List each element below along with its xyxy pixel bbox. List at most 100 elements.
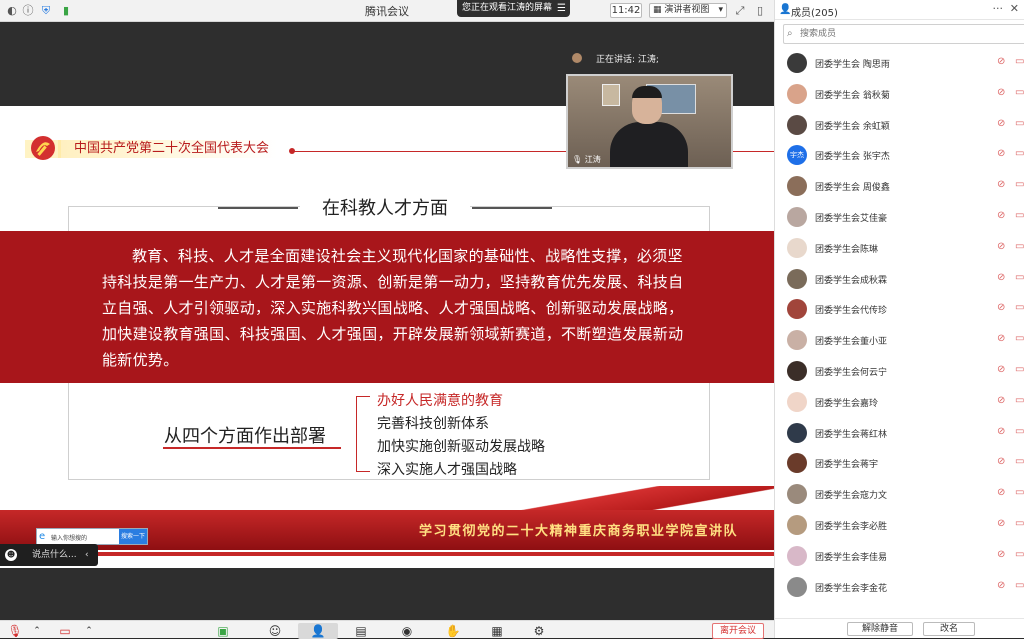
emoji-icon[interactable]: ☻ [5,549,17,561]
fullscreen-icon[interactable]: ⤢ [732,3,748,19]
browser-search-widget[interactable]: e 输入你想搜的 搜索一下 [36,528,148,545]
speaking-indicator: 正在讲话: 江涛; [596,52,659,65]
point-item: 深入实施人才强国战略 [377,462,517,478]
camera-off-icon[interactable]: ▭ [1015,56,1024,67]
member-search-input[interactable] [800,27,1000,41]
menu-icon[interactable]: ☰ [557,0,566,17]
mic-muted-icon[interactable]: ⊘ [997,518,1005,529]
camera-off-icon[interactable]: ▭ [1015,456,1024,467]
camera-off-icon[interactable]: ▭ [1015,87,1024,98]
mic-muted-icon[interactable]: ⊘ [997,241,1005,252]
avatar [787,484,807,505]
settings-icon[interactable]: ⚙ [530,623,548,639]
camera-off-icon[interactable]: ▭ [1015,148,1024,159]
camera-off-icon[interactable]: ▭ [56,623,74,639]
meeting-toolbar: 🎙 ⌃ ▭ ⌃ ▣ ☺ 👤 ▤ ◉ ✋ ▦ ⚙ 离开会议 [0,620,774,639]
member-row[interactable]: 团委学生会寇力文 ⊘ ▭ [775,479,1024,510]
member-row[interactable]: 团委学生会蒋宇 ⊘ ▭ [775,448,1024,479]
member-row[interactable]: 团委学生会代传珍 ⊘ ▭ [775,294,1024,325]
camera-off-icon[interactable]: ▭ [1015,302,1024,313]
chat-input-bar[interactable]: ☻ 说点什么... ‹ [0,544,98,566]
member-row[interactable]: 团委学生会艾佳豪 ⊘ ▭ [775,202,1024,233]
camera-off-icon[interactable]: ▭ [1015,179,1024,190]
search-widget-button[interactable]: 搜索一下 [119,529,147,544]
camera-off-icon[interactable]: ▭ [1015,580,1024,591]
member-row[interactable]: 团委学生会董小亚 ⊘ ▭ [775,325,1024,356]
watching-screen-label: 您正在观看江涛的屏幕 [462,3,553,13]
mic-muted-icon[interactable]: ⊘ [997,580,1005,591]
chat-icon[interactable]: ▤ [352,623,370,639]
camera-off-icon[interactable]: ▭ [1015,487,1024,498]
member-row[interactable]: 团委学生会嘉玲 ⊘ ▭ [775,387,1024,418]
view-mode-button[interactable]: ▦ 演讲者视图 ▾ [649,3,727,18]
camera-options-chevron-icon[interactable]: ⌃ [80,623,98,639]
share-screen-icon[interactable]: ▣ [214,623,232,639]
apps-icon[interactable]: ▦ [488,623,506,639]
mic-muted-icon[interactable]: ⊘ [997,364,1005,375]
meeting-title-bar: ◐ ⓘ ⛨ ▮ 腾讯会议 您正在观看江涛的屏幕 ☰ 11:42 ▦ 演讲者视图 … [0,0,774,22]
close-icon[interactable]: ✕ [1010,2,1019,15]
more-icon[interactable]: ··· [993,2,1004,15]
record-icon[interactable]: ◉ [398,623,416,639]
camera-off-icon[interactable]: ▭ [1015,364,1024,375]
member-row[interactable]: 团委学生会陈琳 ⊘ ▭ [775,233,1024,264]
member-row[interactable]: 宇杰 团委学生会 张宇杰 ⊘ ▭ [775,140,1024,171]
avatar [787,391,807,412]
member-row[interactable]: 团委学生会蒋红林 ⊘ ▭ [775,418,1024,449]
unmute-all-button[interactable]: 解除静音 [847,622,913,636]
mic-muted-icon[interactable]: ⊘ [997,148,1005,159]
mic-options-chevron-icon[interactable]: ⌃ [28,623,46,639]
chevron-left-icon[interactable]: ‹ [85,544,89,566]
members-icon[interactable]: 👤 [298,623,338,639]
member-row[interactable]: 团委学生会 周俊鑫 ⊘ ▭ [775,171,1024,202]
member-name: 团委学生会寇力文 [815,491,888,502]
camera-off-icon[interactable]: ▭ [1015,395,1024,406]
mic-muted-icon[interactable]: ⊘ [997,487,1005,498]
speaking-label: 正在讲话: 江涛; [596,55,659,65]
member-row[interactable]: 团委学生会成秋霖 ⊘ ▭ [775,264,1024,295]
member-row[interactable]: 团委学生会 陶思雨 ⊘ ▭ [775,48,1024,79]
member-row[interactable]: 团委学生会李佳易 ⊘ ▭ [775,541,1024,572]
mic-muted-icon[interactable]: ⊘ [997,272,1005,283]
camera-off-icon[interactable]: ▭ [1015,272,1024,283]
camera-off-icon[interactable]: ▭ [1015,426,1024,437]
deploy-title: 从四个方面作出部署 [164,426,326,447]
member-list[interactable]: 团委学生会 陶思雨 ⊘ ▭ 团委学生会 翁秋菊 ⊘ ▭ 团委学生会 余虹颖 ⊘ ▭ 宇杰 团委… [775,48,1024,616]
camera-off-icon[interactable]: ▭ [1015,333,1024,344]
leave-meeting-button[interactable]: 离开会议 [712,623,764,639]
camera-off-icon[interactable]: ▭ [1015,518,1024,529]
mic-muted-icon[interactable]: ⊘ [997,302,1005,313]
camera-off-icon[interactable]: ▭ [1015,549,1024,560]
member-name: 团委学生会 周俊鑫 [815,183,890,194]
chat-placeholder[interactable]: 说点什么... [32,544,77,566]
rename-button[interactable]: 改名 [923,622,975,636]
mic-muted-icon[interactable]: 🎙 [6,623,24,639]
mic-muted-icon[interactable]: ⊘ [997,56,1005,67]
slide-heading-row: 在科教人才方面 [0,192,774,222]
raise-hand-icon[interactable]: ✋ [444,623,462,639]
mic-muted-icon[interactable]: ⊘ [997,210,1005,221]
member-row[interactable]: 团委学生会 翁秋菊 ⊘ ▭ [775,79,1024,110]
mic-muted-icon[interactable]: ⊘ [997,549,1005,560]
mic-muted-icon[interactable]: ⊘ [997,395,1005,406]
speaker-video-tile[interactable]: 🎙 江涛 [566,74,733,169]
sidebar-toggle-icon[interactable]: ▯ [752,3,768,19]
avatar [787,360,807,381]
mic-muted-icon[interactable]: ⊘ [997,118,1005,129]
member-search-box[interactable]: ⌕ [783,24,1024,44]
mic-muted-icon[interactable]: ⊘ [997,426,1005,437]
member-row[interactable]: 团委学生会 余虹颖 ⊘ ▭ [775,110,1024,141]
member-row[interactable]: 团委学生会李金花 ⊘ ▭ [775,572,1024,603]
watching-screen-banner[interactable]: 您正在观看江涛的屏幕 ☰ [457,0,570,17]
members-panel-footer: 解除静音 改名 [775,618,1024,638]
mic-muted-icon[interactable]: ⊘ [997,333,1005,344]
camera-off-icon[interactable]: ▭ [1015,118,1024,129]
invite-icon[interactable]: ☺ [266,623,284,639]
camera-off-icon[interactable]: ▭ [1015,210,1024,221]
camera-off-icon[interactable]: ▭ [1015,241,1024,252]
member-row[interactable]: 团委学生会何云宁 ⊘ ▭ [775,356,1024,387]
mic-muted-icon[interactable]: ⊘ [997,87,1005,98]
member-row[interactable]: 团委学生会李必胜 ⊘ ▭ [775,510,1024,541]
mic-muted-icon[interactable]: ⊘ [997,179,1005,190]
mic-muted-icon[interactable]: ⊘ [997,456,1005,467]
